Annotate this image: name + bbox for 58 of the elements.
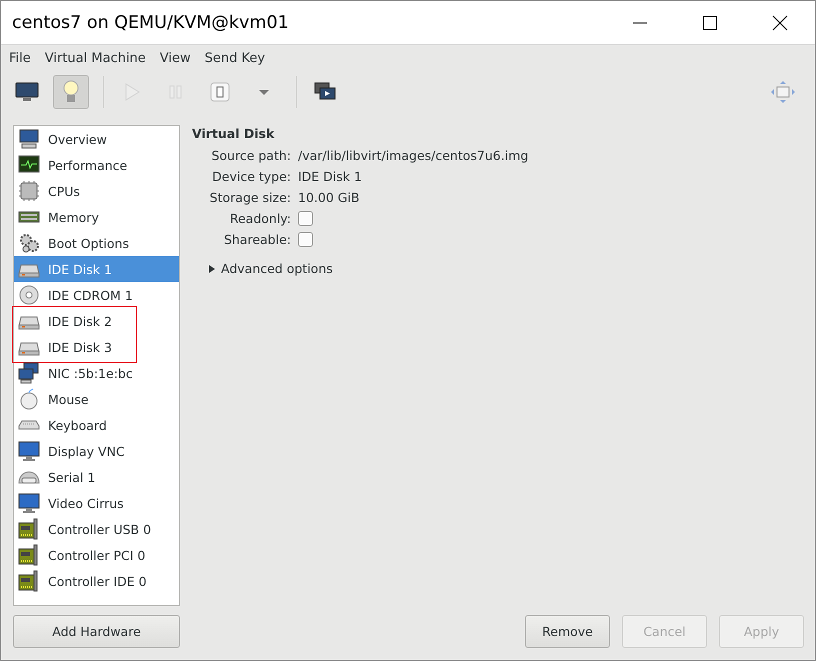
hardware-list-item[interactable]: Performance <box>14 152 179 178</box>
hardware-list-item[interactable]: Keyboard <box>14 412 179 438</box>
card-icon <box>18 570 40 592</box>
hardware-list-item[interactable]: Controller PCI 0 <box>14 542 179 568</box>
monitor-icon <box>18 440 40 462</box>
hardware-list-item[interactable]: IDE Disk 3 <box>14 334 179 360</box>
hardware-list-item[interactable]: CPUs <box>14 178 179 204</box>
section-title: Virtual Disk <box>192 126 276 141</box>
menu-item[interactable]: Send Key <box>198 50 272 66</box>
card-icon <box>18 518 40 540</box>
add-hardware-button[interactable]: Add Hardware <box>13 615 180 648</box>
caret-icon <box>257 87 271 97</box>
dialog-button[interactable]: Remove <box>525 615 610 648</box>
network-icon <box>18 362 40 384</box>
hardware-list-item[interactable]: NIC :5b:1e:bc <box>14 360 179 386</box>
field-label: Readonly: <box>228 210 291 228</box>
details-button[interactable] <box>53 75 89 109</box>
hardware-list-item[interactable]: IDE CDROM 1 <box>14 282 179 308</box>
field-label: Source path: <box>210 147 291 165</box>
computer-icon <box>18 128 40 150</box>
play-icon <box>123 82 141 102</box>
checkbox[interactable] <box>298 211 313 226</box>
hardware-list-item[interactable]: Video Cirrus <box>14 490 179 516</box>
mouse-icon <box>18 388 40 410</box>
checkbox[interactable] <box>298 232 313 247</box>
field-value: IDE Disk 1 <box>298 169 362 184</box>
switch-icon <box>209 81 231 103</box>
window-title: centos7 on QEMU/KVM@kvm01 <box>11 12 290 32</box>
field-label: Device type: <box>211 168 291 186</box>
menu-item[interactable]: File <box>2 50 38 66</box>
expand-arrow-icon <box>208 264 216 274</box>
card-icon <box>18 544 40 566</box>
hardware-list-item[interactable]: Boot Options <box>14 230 179 256</box>
hardware-list-item[interactable]: Controller USB 0 <box>14 516 179 542</box>
menu-item[interactable]: Virtual Machine <box>38 50 153 66</box>
minimize-icon <box>633 22 647 24</box>
gear-icon <box>18 232 40 254</box>
hardware-list-item[interactable]: Serial 1 <box>14 464 179 490</box>
hardware-list-item[interactable]: Display VNC <box>14 438 179 464</box>
field-label: Storage size: <box>208 189 291 207</box>
hardware-list-item[interactable]: Memory <box>14 204 179 230</box>
monitor-icon <box>18 492 40 514</box>
field-label: Shareable: <box>222 231 291 249</box>
chip-icon <box>18 180 40 202</box>
maximize-icon <box>702 14 718 30</box>
menu-item[interactable]: View <box>152 50 198 66</box>
hardware-list-item[interactable]: IDE Disk 2 <box>14 308 179 334</box>
hardware-list-item[interactable]: Controller IDE 0 <box>14 568 179 594</box>
field-value: 10.00 GiB <box>298 190 360 205</box>
advanced-options-expander[interactable]: Advanced options <box>208 261 803 276</box>
field-value: /var/lib/libvirt/images/centos7u6.img <box>298 148 528 163</box>
hardware-list-item[interactable]: Mouse <box>14 386 179 412</box>
hardware-list-item[interactable]: Overview <box>14 126 179 152</box>
disc-icon <box>18 284 40 306</box>
keyboard-icon <box>18 420 40 430</box>
close-icon <box>772 14 788 30</box>
arrows-icon <box>770 79 796 105</box>
monitor-icon <box>14 81 40 103</box>
